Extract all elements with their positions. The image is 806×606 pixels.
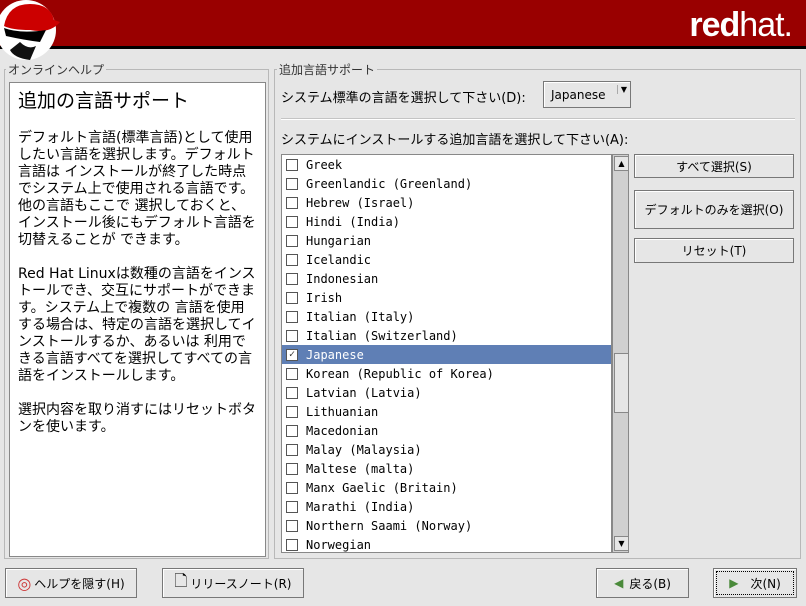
checkbox[interactable] bbox=[286, 500, 298, 513]
default-language-value: Japanese bbox=[551, 87, 606, 102]
language-name: Marathi (India) bbox=[306, 499, 415, 514]
lifebuoy-icon: ◎ bbox=[17, 573, 32, 593]
language-name: Icelandic bbox=[306, 252, 372, 267]
language-name: Japanese bbox=[306, 347, 364, 362]
select-default-only-button[interactable]: デフォルトのみを選択(O) bbox=[634, 190, 794, 229]
language-name: Greek bbox=[306, 157, 343, 172]
language-name: Greenlandic (Greenland) bbox=[306, 176, 473, 191]
language-item[interactable]: Italian (Italy) bbox=[282, 307, 611, 326]
language-legend: 追加言語サポート bbox=[277, 61, 378, 78]
language-name: Hebrew (Israel) bbox=[306, 195, 415, 210]
language-name: Italian (Switzerland) bbox=[306, 328, 458, 343]
language-item[interactable]: Hebrew (Israel) bbox=[282, 193, 611, 212]
checkbox[interactable] bbox=[286, 158, 298, 171]
checkbox[interactable]: ✓ bbox=[286, 348, 298, 361]
arrow-left-icon: ◀ bbox=[614, 576, 624, 590]
help-title: 追加の言語サポート bbox=[18, 90, 190, 112]
select-all-button[interactable]: すべて選択(S) bbox=[634, 154, 794, 178]
language-name: Italian (Italy) bbox=[306, 309, 415, 324]
checkbox[interactable] bbox=[286, 367, 298, 380]
hide-help-label: ヘルプを隠す(H) bbox=[34, 576, 125, 591]
back-label: 戻る(B) bbox=[629, 576, 671, 591]
language-item[interactable]: Latvian (Latvia) bbox=[282, 383, 611, 402]
help-legend: オンラインヘルプ bbox=[6, 61, 107, 78]
language-item[interactable]: Maltese (malta) bbox=[282, 459, 611, 478]
checkbox[interactable] bbox=[286, 443, 298, 456]
default-language-select[interactable]: Japanese ▼ bbox=[543, 81, 631, 108]
language-item[interactable]: Indonesian bbox=[282, 269, 611, 288]
language-item[interactable]: Greek bbox=[282, 155, 611, 174]
checkbox[interactable] bbox=[286, 329, 298, 342]
scrollbar-thumb[interactable] bbox=[614, 353, 629, 413]
language-name: Manx Gaelic (Britain) bbox=[306, 480, 458, 495]
help-paragraph: Red Hat Linuxは数種の言語をインストールでき、交互にサポートができま… bbox=[18, 266, 256, 384]
next-button[interactable]: ▶ 次(N) bbox=[713, 568, 797, 598]
language-item[interactable]: ✓ Japanese bbox=[282, 345, 611, 364]
checkbox[interactable] bbox=[286, 310, 298, 323]
arrow-right-icon: ▶ bbox=[729, 576, 739, 590]
language-name: Latvian (Latvia) bbox=[306, 385, 422, 400]
chevron-down-icon: ▼ bbox=[616, 85, 627, 94]
checkbox[interactable] bbox=[286, 462, 298, 475]
redhat-shadowman-logo bbox=[0, 0, 60, 60]
language-name: Lithuanian bbox=[306, 404, 379, 419]
language-item[interactable]: Italian (Switzerland) bbox=[282, 326, 611, 345]
help-panel: 追加の言語サポート デフォルト言語(標準言語)として使用したい言語を選択します。… bbox=[9, 82, 266, 557]
language-item[interactable]: Malay (Malaysia) bbox=[282, 440, 611, 459]
checkbox[interactable] bbox=[286, 215, 298, 228]
language-name: Korean (Republic of Korea) bbox=[306, 366, 494, 381]
help-paragraph: 選択内容を取り消すにはリセットボタンを使います。 bbox=[18, 402, 256, 435]
language-item[interactable]: Korean (Republic of Korea) bbox=[282, 364, 611, 383]
next-label: 次(N) bbox=[750, 576, 781, 591]
language-item[interactable]: Northern Saami (Norway) bbox=[282, 516, 611, 535]
language-name: Hungarian bbox=[306, 233, 372, 248]
language-name: Macedonian bbox=[306, 423, 379, 438]
language-item[interactable]: Hungarian bbox=[282, 231, 611, 250]
language-name: Indonesian bbox=[306, 271, 379, 286]
language-item[interactable]: Hindi (India) bbox=[282, 212, 611, 231]
checkbox[interactable] bbox=[286, 481, 298, 494]
reset-button[interactable]: リセット(T) bbox=[634, 238, 794, 263]
language-list[interactable]: Greek Greenlandic (Greenland) Hebrew (Isra… bbox=[281, 154, 612, 553]
language-name: Hindi (India) bbox=[306, 214, 400, 229]
release-notes-button[interactable]: 🗋 リリースノート(R) bbox=[162, 568, 304, 598]
help-paragraph: デフォルト言語(標準言語)として使用したい言語を選択します。デフォルト言語は イ… bbox=[18, 130, 256, 248]
language-name: Maltese (malta) bbox=[306, 461, 415, 476]
scroll-up-arrow[interactable]: ▲ bbox=[614, 156, 629, 171]
checkbox[interactable] bbox=[286, 424, 298, 437]
language-name: Norwegian bbox=[306, 537, 372, 552]
redhat-wordmark: redhat. bbox=[689, 6, 793, 44]
divider bbox=[281, 118, 795, 120]
language-item[interactable]: Icelandic bbox=[282, 250, 611, 269]
scroll-down-arrow[interactable]: ▼ bbox=[614, 536, 629, 551]
checkbox[interactable] bbox=[286, 272, 298, 285]
header-banner bbox=[0, 0, 806, 49]
back-button[interactable]: ◀ 戻る(B) bbox=[596, 568, 689, 598]
language-item[interactable]: Greenlandic (Greenland) bbox=[282, 174, 611, 193]
language-item[interactable]: Norwegian bbox=[282, 535, 611, 552]
checkbox[interactable] bbox=[286, 538, 298, 551]
checkbox[interactable] bbox=[286, 291, 298, 304]
language-item[interactable]: Lithuanian bbox=[282, 402, 611, 421]
language-item[interactable]: Irish bbox=[282, 288, 611, 307]
document-icon: 🗋 bbox=[174, 570, 188, 590]
language-list-scrollbar[interactable]: ▲ ▼ bbox=[612, 154, 629, 553]
checkbox[interactable] bbox=[286, 253, 298, 266]
checkbox[interactable] bbox=[286, 177, 298, 190]
release-notes-label: リリースノート(R) bbox=[190, 576, 292, 591]
additional-language-label: システムにインストールする追加言語を選択して下さい(A): bbox=[281, 133, 629, 148]
hide-help-button[interactable]: ◎ ヘルプを隠す(H) bbox=[5, 568, 137, 598]
language-item[interactable]: Marathi (India) bbox=[282, 497, 611, 516]
language-item[interactable]: Macedonian bbox=[282, 421, 611, 440]
checkbox[interactable] bbox=[286, 234, 298, 247]
checkbox[interactable] bbox=[286, 519, 298, 532]
language-item[interactable]: Manx Gaelic (Britain) bbox=[282, 478, 611, 497]
language-name: Irish bbox=[306, 290, 343, 305]
checkbox[interactable] bbox=[286, 196, 298, 209]
default-language-label: システム標準の言語を選択して下さい(D): bbox=[281, 91, 526, 106]
language-name: Malay (Malaysia) bbox=[306, 442, 422, 457]
checkbox[interactable] bbox=[286, 386, 298, 399]
checkbox[interactable] bbox=[286, 405, 298, 418]
language-name: Northern Saami (Norway) bbox=[306, 518, 473, 533]
